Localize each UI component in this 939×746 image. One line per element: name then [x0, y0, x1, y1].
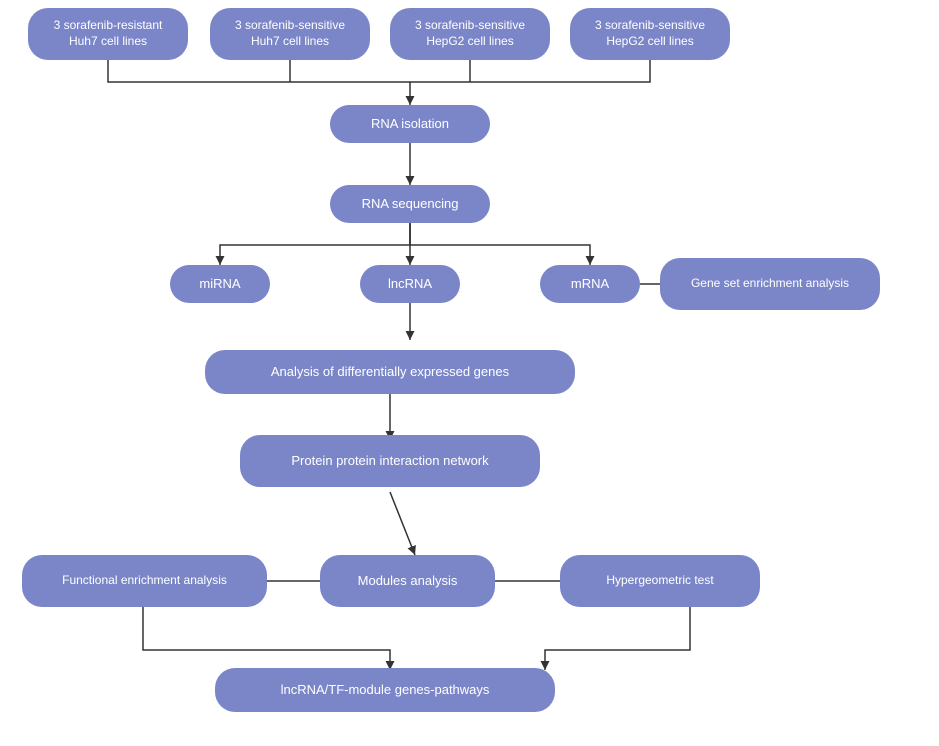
cell1-node: 3 sorafenib-resistantHuh7 cell lines — [28, 8, 188, 60]
mrna-node: mRNA — [540, 265, 640, 303]
ppi-node: Protein protein interaction network — [240, 435, 540, 487]
lncrna-node: lncRNA — [360, 265, 460, 303]
rna-sequencing-node: RNA sequencing — [330, 185, 490, 223]
rna-isolation-node: RNA isolation — [330, 105, 490, 143]
gene-set-node: Gene set enrichment analysis — [660, 258, 880, 310]
diagram: 3 sorafenib-resistantHuh7 cell lines 3 s… — [0, 0, 939, 746]
cell2-node: 3 sorafenib-sensitiveHuh7 cell lines — [210, 8, 370, 60]
cell4-node: 3 sorafenib-sensitiveHepG2 cell lines — [570, 8, 730, 60]
hypergeometric-node: Hypergeometric test — [560, 555, 760, 607]
mirna-node: miRNA — [170, 265, 270, 303]
cell3-node: 3 sorafenib-sensitiveHepG2 cell lines — [390, 8, 550, 60]
functional-enrichment-node: Functional enrichment analysis — [22, 555, 267, 607]
modules-node: Modules analysis — [320, 555, 495, 607]
lncrna-tf-node: lncRNA/TF-module genes-pathways — [215, 668, 555, 712]
deg-node: Analysis of differentially expressed gen… — [205, 350, 575, 394]
